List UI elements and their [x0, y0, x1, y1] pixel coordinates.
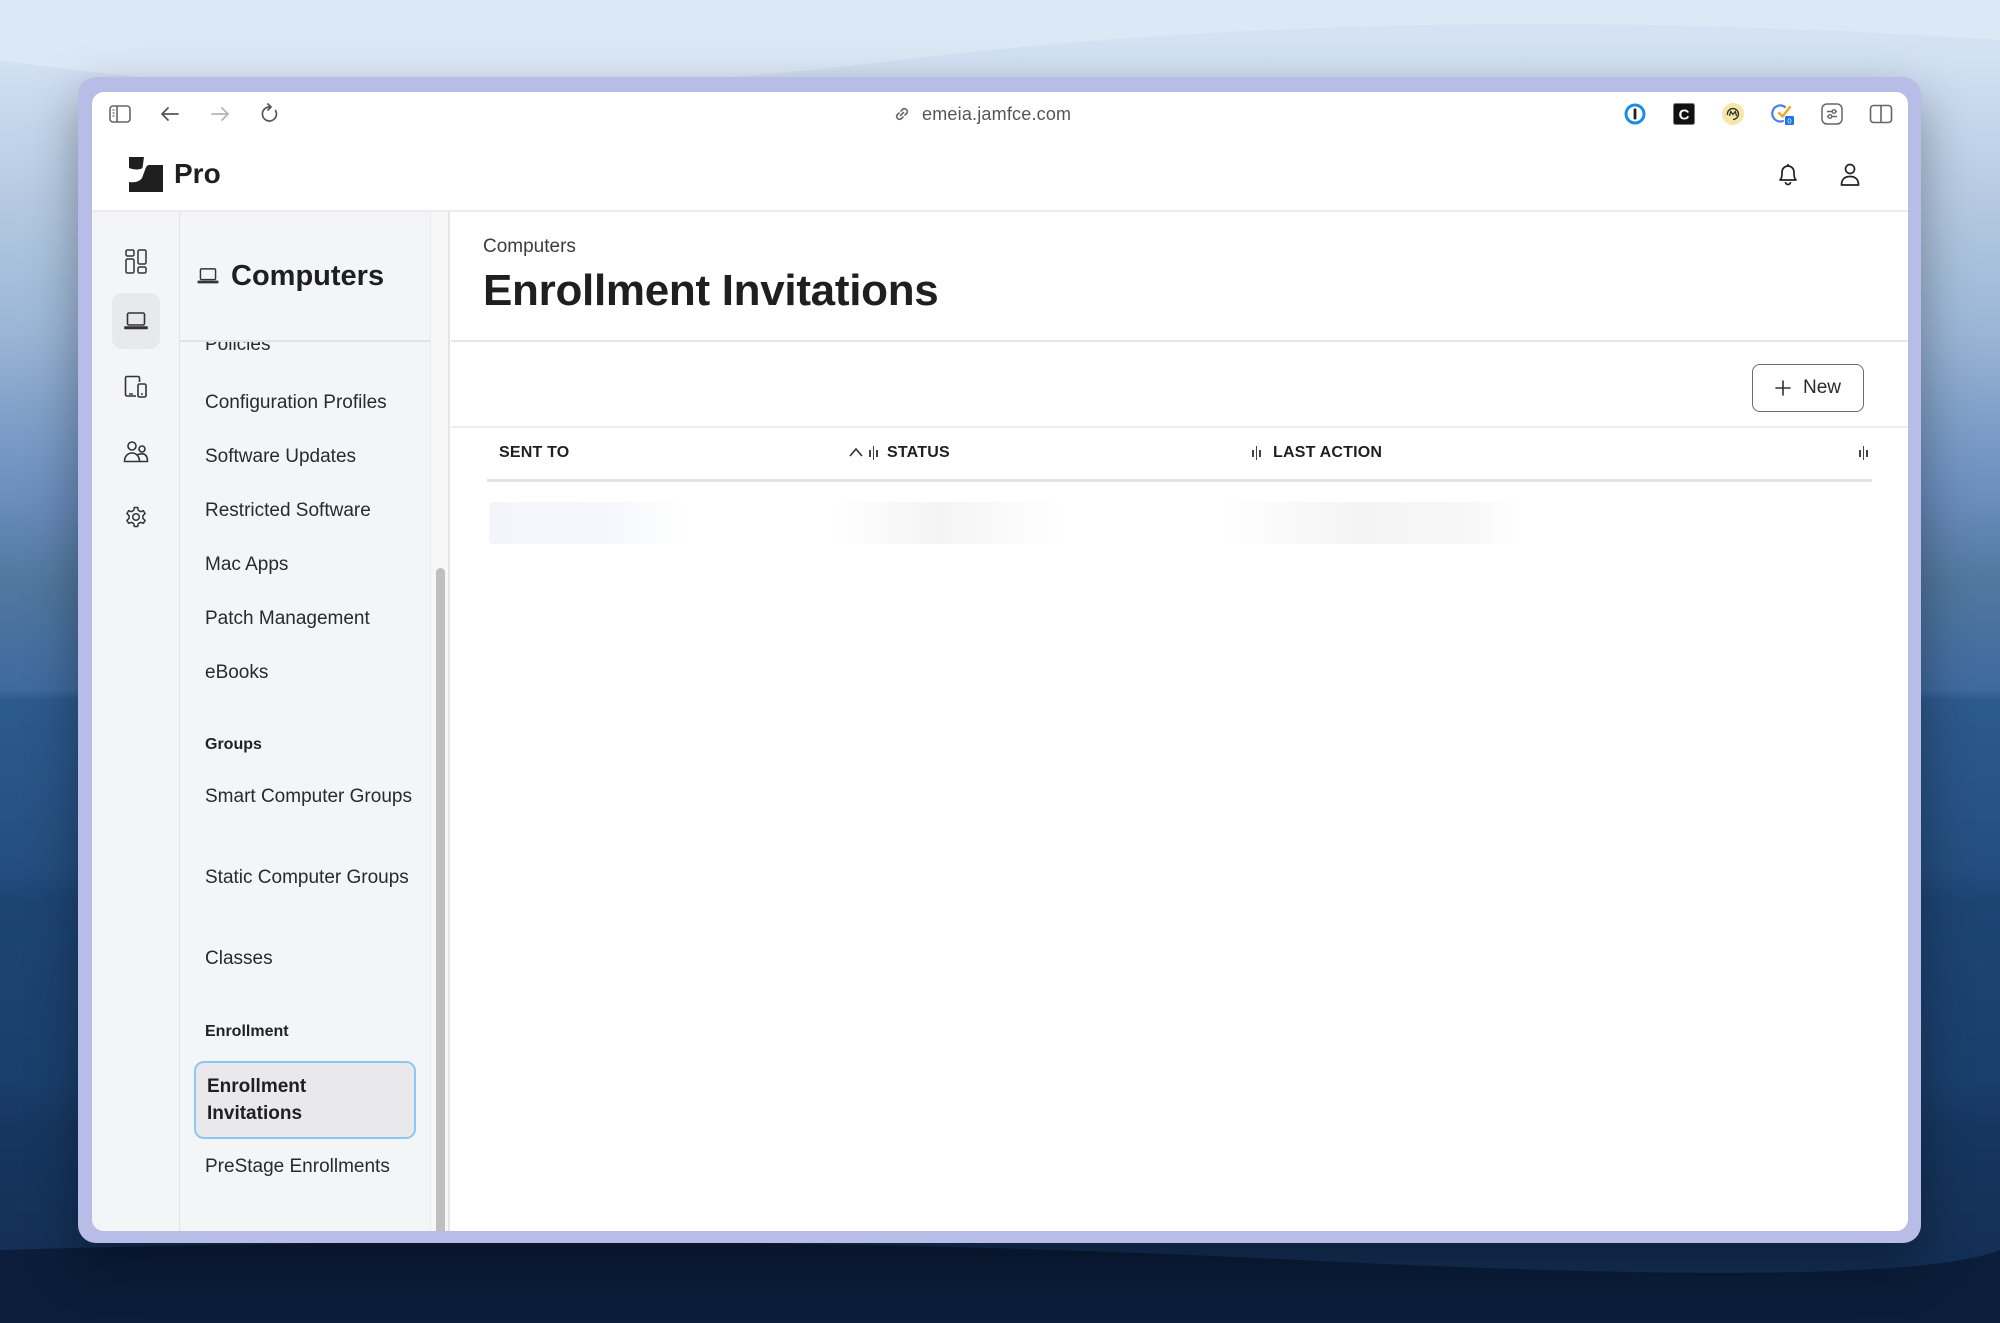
svg-text:0: 0	[1787, 117, 1791, 126]
plus-icon	[1775, 380, 1791, 396]
nav-item-ebooks[interactable]: eBooks	[205, 659, 415, 686]
nav-item-enrollment-invitations[interactable]: Enrollment Invitations	[194, 1061, 416, 1139]
tasks-extension[interactable]: 0	[1771, 102, 1795, 126]
tasks-extension-icon: 0	[1771, 104, 1794, 126]
mobile-devices-icon	[124, 375, 147, 398]
forward-button[interactable]	[208, 102, 232, 126]
page-title: Enrollment Invitations	[483, 266, 939, 315]
m-extension-icon	[1722, 103, 1744, 125]
secondary-nav-header: Computers	[180, 212, 430, 342]
new-button[interactable]: New	[1752, 364, 1864, 412]
loading-skeleton-row	[489, 502, 1524, 544]
c-extension-icon: C	[1673, 103, 1695, 125]
rail-item-devices[interactable]	[112, 359, 160, 415]
nav-item-static-computer-groups[interactable]: Static Computer Groups	[205, 864, 415, 891]
1password-icon	[1624, 103, 1646, 125]
new-button-label: New	[1802, 377, 1841, 398]
browser-window: emeia.jamfce.com C 0 Pro Computers Polic…	[92, 92, 1908, 1231]
sort-ascending-icon[interactable]	[849, 447, 863, 457]
rail-item-dashboard[interactable]	[112, 234, 160, 290]
nav-item-patch-management[interactable]: Patch Management	[205, 605, 415, 632]
split-view-button[interactable]	[1869, 102, 1893, 126]
user-menu-button[interactable]	[1835, 160, 1865, 190]
rail-item-computers[interactable]	[112, 293, 160, 349]
1password-extension[interactable]	[1623, 102, 1647, 126]
column-header-status[interactable]: STATUS	[887, 444, 950, 462]
rail-item-settings[interactable]	[112, 489, 160, 545]
nav-item-mac-apps[interactable]: Mac Apps	[205, 551, 415, 578]
m-extension[interactable]	[1721, 102, 1745, 126]
split-view-icon	[1869, 104, 1893, 124]
svg-text:C: C	[1679, 107, 1690, 124]
user-icon	[1840, 163, 1860, 186]
secondary-nav: Computers Policies Configuration Profile…	[180, 212, 430, 1231]
reload-icon	[261, 103, 278, 122]
column-label: LAST ACTION	[1273, 444, 1383, 461]
browser-toolbar: emeia.jamfce.com C 0	[92, 92, 1908, 136]
sliders-extension[interactable]	[1820, 102, 1844, 126]
nav-item-restricted-software[interactable]: Restricted Software	[205, 497, 415, 524]
skeleton-cell	[489, 502, 689, 544]
laptop-icon	[197, 268, 219, 284]
link-icon	[895, 107, 909, 121]
column-label: STATUS	[887, 444, 950, 461]
address-bar[interactable]: emeia.jamfce.com	[892, 100, 1071, 128]
nav-group-heading-enrollment: Enrollment	[205, 1023, 289, 1040]
column-resize-handle[interactable]	[869, 446, 878, 460]
c-extension[interactable]: C	[1672, 102, 1696, 126]
skeleton-cell	[834, 502, 1064, 544]
back-button[interactable]	[158, 102, 182, 126]
dashboard-icon	[125, 249, 147, 274]
column-resize-handle[interactable]	[1859, 446, 1868, 460]
nav-item-configuration-profiles[interactable]: Configuration Profiles	[205, 389, 415, 416]
skeleton-cell	[1219, 502, 1524, 544]
secondary-nav-scrollbar[interactable]	[430, 212, 450, 1231]
gear-icon	[126, 506, 146, 528]
notifications-button[interactable]	[1773, 160, 1803, 190]
nav-item-prestage-enrollments[interactable]: PreStage Enrollments	[205, 1153, 415, 1180]
nav-item-smart-computer-groups[interactable]: Smart Computer Groups	[205, 783, 415, 810]
arrow-left-icon	[161, 107, 179, 121]
breadcrumb[interactable]: Computers	[483, 236, 576, 258]
main-content: Computers Enrollment Invitations New SEN…	[451, 212, 1908, 1231]
app-logo[interactable]: Pro	[128, 156, 221, 192]
table-toolbar: New	[451, 344, 1908, 428]
jamf-logo-icon	[129, 157, 163, 192]
primary-rail	[92, 212, 180, 1231]
column-header-last-action[interactable]: LAST ACTION	[1273, 444, 1382, 462]
rail-item-users[interactable]	[112, 424, 160, 480]
users-icon	[123, 441, 149, 463]
column-label: SENT TO	[499, 444, 570, 461]
nav-item-classes[interactable]: Classes	[205, 945, 415, 972]
nav-group-heading-groups: Groups	[205, 736, 262, 753]
bell-icon	[1779, 164, 1797, 186]
url-text: emeia.jamfce.com	[922, 103, 1072, 124]
page-header: Computers Enrollment Invitations	[451, 212, 1908, 342]
reload-button[interactable]	[258, 102, 282, 126]
product-name: Pro	[174, 158, 221, 189]
arrow-right-icon	[211, 107, 229, 121]
column-resize-handle[interactable]	[1252, 446, 1261, 460]
scrollbar-thumb[interactable]	[436, 568, 445, 1231]
section-title: Computers	[231, 259, 385, 292]
sliders-extension-icon	[1821, 103, 1843, 125]
column-header-sent-to[interactable]: SENT TO	[499, 444, 569, 462]
laptop-icon	[124, 312, 148, 330]
sidebar-toggle-icon[interactable]	[108, 102, 132, 126]
app-header: Pro	[92, 136, 1908, 212]
nav-item-software-updates[interactable]: Software Updates	[205, 443, 415, 470]
table-header: SENT TO STATUS LAST ACTION	[487, 430, 1872, 482]
